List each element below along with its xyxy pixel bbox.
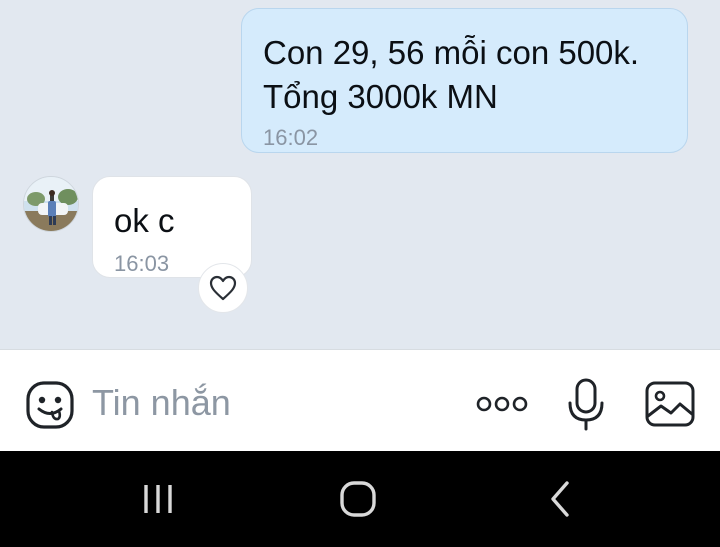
message-text: ok c xyxy=(114,202,175,239)
home-icon xyxy=(340,481,376,517)
message-input[interactable]: Tin nhắn xyxy=(92,380,231,426)
microphone-icon xyxy=(568,378,604,431)
message-text: Con 29, 56 mỗi con 500k. Tổng 3000k MN xyxy=(263,34,640,115)
avatar[interactable] xyxy=(23,176,79,232)
more-options-button[interactable] xyxy=(470,382,534,426)
message-composer: Tin nhắn xyxy=(0,349,720,451)
emoji-face-icon xyxy=(26,381,74,429)
image-picker-button[interactable] xyxy=(640,376,700,432)
nav-home-button[interactable] xyxy=(328,473,388,525)
avatar-photo xyxy=(24,177,78,231)
chat-area[interactable]: Con 29, 56 mỗi con 500k. Tổng 3000k MN 1… xyxy=(0,0,720,349)
reaction-heart-button[interactable] xyxy=(198,263,248,313)
message-timestamp: 16:02 xyxy=(263,125,319,150)
more-dots-icon xyxy=(476,396,528,412)
outgoing-message-bubble[interactable]: Con 29, 56 mỗi con 500k. Tổng 3000k MN 1… xyxy=(241,8,688,153)
nav-recents-button[interactable] xyxy=(128,473,188,525)
image-gallery-icon xyxy=(645,381,695,427)
recents-icon xyxy=(144,485,172,513)
voice-message-button[interactable] xyxy=(560,375,612,435)
system-navigation-bar xyxy=(0,451,720,547)
nav-back-button[interactable] xyxy=(530,473,590,525)
emoji-button[interactable] xyxy=(22,377,78,433)
back-icon xyxy=(551,481,569,517)
heart-outline-icon xyxy=(209,275,237,301)
